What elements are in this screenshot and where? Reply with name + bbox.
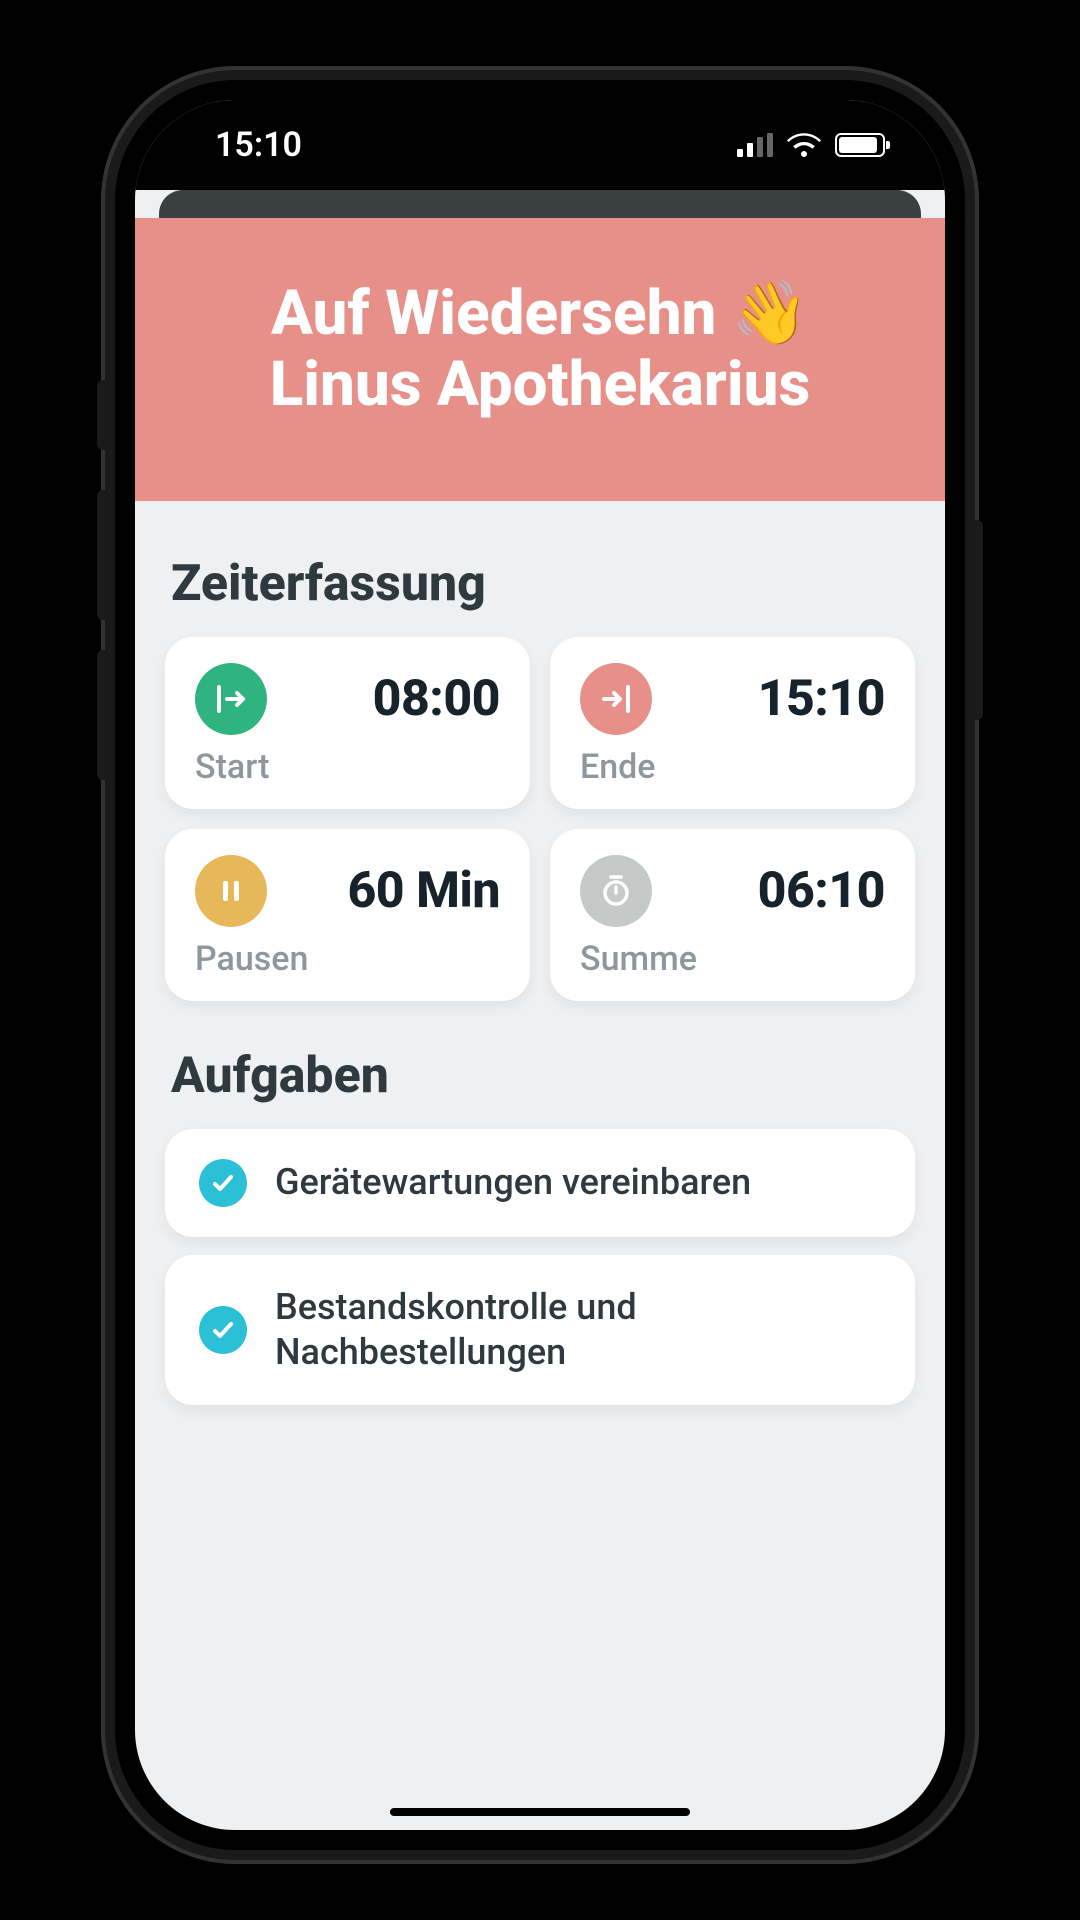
- login-icon: [195, 663, 267, 735]
- sum-value: 06:10: [746, 862, 885, 920]
- pause-icon: [195, 855, 267, 927]
- greeting-line-1: Auf Wiedersehn 👋: [165, 278, 915, 349]
- device-frame: 15:10 Auf Wiedersehn 👋 Linus Apothekariu…: [115, 80, 965, 1850]
- task-item[interactable]: Bestandskontrolle und Nachbestellungen: [165, 1255, 915, 1405]
- end-value: 15:10: [746, 670, 885, 728]
- device-power-button: [973, 520, 983, 720]
- time-tracking-grid: 08:00 Start 15:10 Ende: [165, 637, 915, 1001]
- battery-icon: [835, 133, 885, 157]
- screen: 15:10 Auf Wiedersehn 👋 Linus Apothekariu…: [135, 100, 945, 1830]
- main-content: Zeiterfassung 08:00 Start: [135, 501, 945, 1463]
- card-end[interactable]: 15:10 Ende: [550, 637, 915, 809]
- sum-label: Summe: [580, 939, 885, 979]
- timer-icon: [580, 855, 652, 927]
- wifi-icon: [787, 133, 821, 157]
- card-sum[interactable]: 06:10 Summe: [550, 829, 915, 1001]
- home-indicator[interactable]: [390, 1808, 690, 1816]
- card-pause[interactable]: 60 Min Pausen: [165, 829, 530, 1001]
- device-silent-switch: [97, 380, 107, 450]
- pause-value: 60 Min: [335, 862, 500, 920]
- status-icons: [737, 133, 885, 157]
- card-start[interactable]: 08:00 Start: [165, 637, 530, 809]
- cellular-icon: [737, 133, 773, 157]
- check-icon: [199, 1159, 247, 1207]
- task-text: Gerätewartungen vereinbaren: [275, 1160, 751, 1205]
- greeting-line-2: Linus Apothekarius: [165, 349, 915, 420]
- device-volume-up: [97, 490, 107, 620]
- start-value: 08:00: [361, 670, 500, 728]
- device-volume-down: [97, 650, 107, 780]
- status-time: 15:10: [215, 125, 302, 165]
- start-label: Start: [195, 747, 500, 787]
- task-item[interactable]: Gerätewartungen vereinbaren: [165, 1129, 915, 1237]
- task-text: Bestandskontrolle und Nachbestellungen: [275, 1285, 881, 1375]
- logout-icon: [580, 663, 652, 735]
- greeting-header: Auf Wiedersehn 👋 Linus Apothekarius: [135, 218, 945, 501]
- status-bar: 15:10: [135, 100, 945, 190]
- stage: 15:10 Auf Wiedersehn 👋 Linus Apothekariu…: [0, 0, 1080, 1920]
- pause-label: Pausen: [195, 939, 500, 979]
- end-label: Ende: [580, 747, 885, 787]
- background-sheet: [159, 190, 921, 218]
- check-icon: [199, 1306, 247, 1354]
- section-title-tasks: Aufgaben: [171, 1047, 915, 1105]
- section-title-time-tracking: Zeiterfassung: [171, 555, 915, 613]
